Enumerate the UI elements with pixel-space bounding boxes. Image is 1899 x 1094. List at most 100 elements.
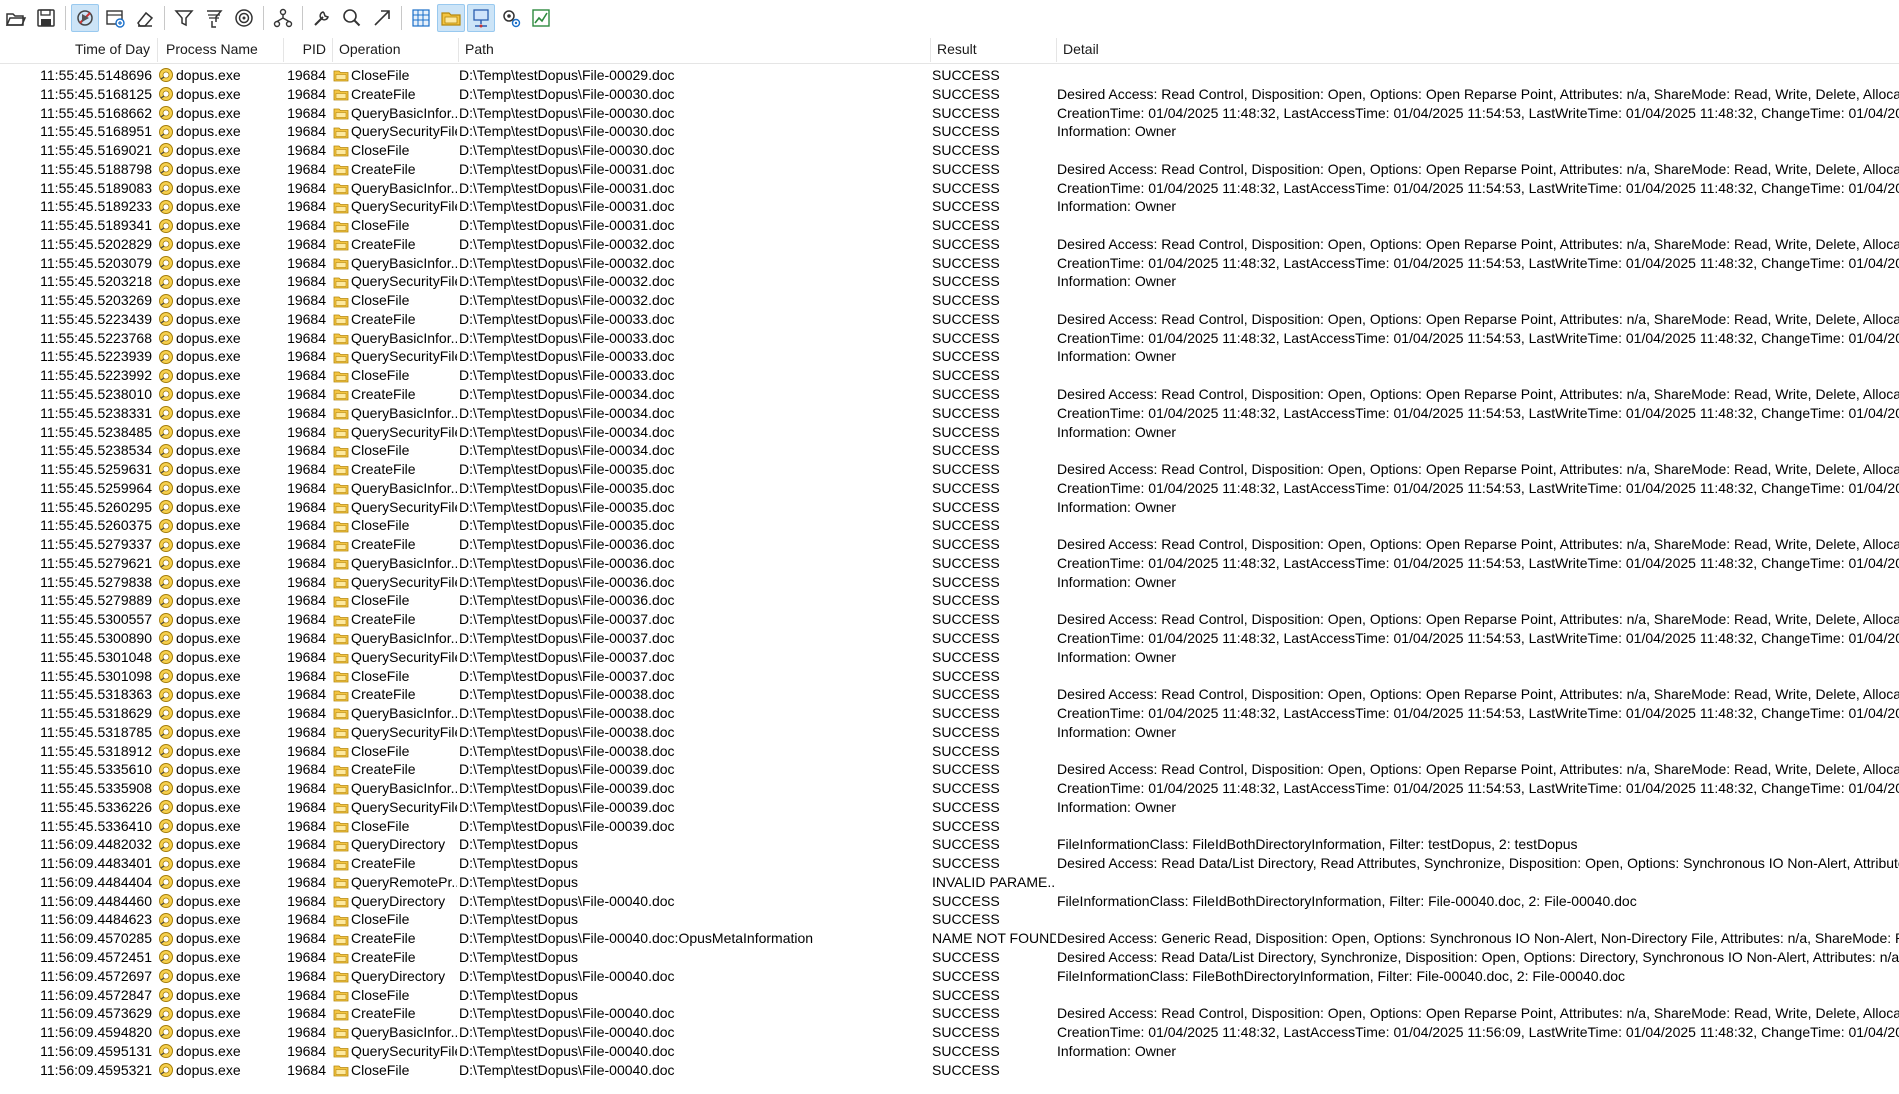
event-row[interactable]: 11:56:09.4594820 dopus.exe 19684 QueryBasic… [0,1023,1899,1042]
dopus-process-icon [159,87,173,102]
dopus-process-icon [159,1044,173,1059]
event-row[interactable]: 11:55:45.5203269 dopus.exe 19684 CloseFile D… [0,291,1899,310]
event-row[interactable]: 11:55:45.5300557 dopus.exe 19684 CreateFile… [0,610,1899,629]
event-row[interactable]: 11:56:09.4573629 dopus.exe 19684 CreateFile… [0,1004,1899,1023]
time-cell: 11:55:45.5336226 [40,798,152,815]
result-cell: SUCCESS [932,404,1000,421]
operation-name: CreateFile [351,386,416,403]
event-row[interactable]: 11:56:09.4572451 dopus.exe 19684 CreateFile… [0,948,1899,967]
event-row[interactable]: 11:56:09.4483401 dopus.exe 19684 CreateFile… [0,854,1899,873]
operation-name: QueryDirectory [351,836,446,853]
event-row[interactable]: 11:55:45.5188798 dopus.exe 19684 CreateFile… [0,160,1899,179]
autoscroll-button[interactable] [101,4,129,32]
column-header-operation[interactable]: Operation [333,36,457,63]
process-name: dopus.exe [176,160,241,177]
process-cell: dopus.exe [158,685,278,704]
toolbar-separator [263,6,264,30]
pid-cell: 19684 [287,948,326,965]
event-row[interactable]: 11:55:45.5318629 dopus.exe 19684 QueryBasic… [0,704,1899,723]
event-row[interactable]: 11:56:09.4570285 dopus.exe 19684 CreateFile… [0,929,1899,948]
event-row[interactable]: 11:55:45.5335610 dopus.exe 19684 CreateFile… [0,760,1899,779]
event-row[interactable]: 11:55:45.5202829 dopus.exe 19684 CreateFile… [0,235,1899,254]
column-header-result[interactable]: Result [931,36,1055,63]
registry-activity-button[interactable] [407,4,435,32]
event-row[interactable]: 11:55:45.5169021 dopus.exe 19684 CloseFile D… [0,141,1899,160]
event-row[interactable]: 11:55:45.5203218 dopus.exe 19684 QuerySecur… [0,272,1899,291]
event-row[interactable]: 11:55:45.5189083 dopus.exe 19684 QueryBasic… [0,179,1899,198]
event-row[interactable]: 11:56:09.4572697 dopus.exe 19684 QueryDirec… [0,967,1899,986]
event-row[interactable]: 11:56:09.4572847 dopus.exe 19684 CloseFile D… [0,986,1899,1005]
event-row[interactable]: 11:55:45.5260295 dopus.exe 19684 QuerySecur… [0,498,1899,517]
process-activity-button[interactable] [497,4,525,32]
event-row[interactable]: 11:55:45.5300890 dopus.exe 19684 QueryBasic… [0,629,1899,648]
event-row[interactable]: 11:55:45.5168125 dopus.exe 19684 CreateFile… [0,85,1899,104]
time-cell: 11:55:45.5202829 [40,235,152,252]
event-row[interactable]: 11:55:45.5279337 dopus.exe 19684 CreateFile… [0,535,1899,554]
event-row[interactable]: 11:55:45.5148696 dopus.exe 19684 CloseFile D… [0,66,1899,85]
event-row[interactable]: 11:55:45.5168951 dopus.exe 19684 QuerySecur… [0,122,1899,141]
event-row[interactable]: 11:56:09.4484460 dopus.exe 19684 QueryDirec… [0,892,1899,911]
event-row[interactable]: 11:56:09.4484623 dopus.exe 19684 CloseFile D… [0,910,1899,929]
event-row[interactable]: 11:55:45.5301098 dopus.exe 19684 CloseFile D… [0,667,1899,686]
event-row[interactable]: 11:55:45.5335908 dopus.exe 19684 QueryBasic… [0,779,1899,798]
process-tree-button[interactable] [269,4,297,32]
event-row[interactable]: 11:55:45.5259964 dopus.exe 19684 QueryBasic… [0,479,1899,498]
target-button[interactable] [230,4,258,32]
time-cell: 11:55:45.5318785 [40,723,152,740]
event-row[interactable]: 11:55:45.5318363 dopus.exe 19684 CreateFile… [0,685,1899,704]
event-row[interactable]: 11:56:09.4595131 dopus.exe 19684 QuerySecur… [0,1042,1899,1061]
filter-button[interactable] [170,4,198,32]
event-row[interactable]: 11:55:45.5223439 dopus.exe 19684 CreateFile… [0,310,1899,329]
path-cell: D:\Temp\testDopus\File-00030.doc [459,85,675,102]
process-cell: dopus.exe [158,179,278,198]
pid-cell: 19684 [287,123,326,140]
event-row[interactable]: 11:55:45.5318785 dopus.exe 19684 QuerySecur… [0,723,1899,742]
event-row[interactable]: 11:55:45.5259631 dopus.exe 19684 CreateFile… [0,460,1899,479]
event-row[interactable]: 11:55:45.5279889 dopus.exe 19684 CloseFile D… [0,591,1899,610]
event-row[interactable]: 11:55:45.5238534 dopus.exe 19684 CloseFile D… [0,441,1899,460]
event-row[interactable]: 11:55:45.5336226 dopus.exe 19684 QuerySecur… [0,798,1899,817]
capture-button[interactable] [71,4,99,32]
file-activity-button[interactable] [437,4,465,32]
path-cell: D:\Temp\testDopus\File-00035.doc [459,461,675,478]
event-row[interactable]: 11:55:45.5203079 dopus.exe 19684 QueryBasic… [0,254,1899,273]
process-cell: dopus.exe [158,423,278,442]
event-row[interactable]: 11:56:09.4595321 dopus.exe 19684 CloseFile D… [0,1061,1899,1080]
event-row[interactable]: 11:55:45.5318912 dopus.exe 19684 CloseFile D… [0,742,1899,761]
event-row[interactable]: 11:55:45.5189341 dopus.exe 19684 CloseFile D… [0,216,1899,235]
clear-button[interactable] [131,4,159,32]
event-row[interactable]: 11:55:45.5238331 dopus.exe 19684 QueryBasic… [0,404,1899,423]
event-row[interactable]: 11:55:45.5223939 dopus.exe 19684 QuerySecur… [0,347,1899,366]
column-header-process[interactable]: Process Name [160,36,280,63]
find-button[interactable] [338,4,366,32]
jump-button[interactable] [368,4,396,32]
event-row[interactable]: 11:55:45.5336410 dopus.exe 19684 CloseFile D… [0,817,1899,836]
column-divider[interactable] [157,38,158,62]
open-folder-button[interactable] [2,4,30,32]
event-row[interactable]: 11:55:45.5238485 dopus.exe 19684 QuerySecur… [0,423,1899,442]
column-header-pid[interactable]: PID [284,36,332,63]
profiling-button[interactable] [527,4,555,32]
event-row[interactable]: 11:55:45.5301048 dopus.exe 19684 QuerySecur… [0,648,1899,667]
event-row[interactable]: 11:55:45.5260375 dopus.exe 19684 CloseFile D… [0,516,1899,535]
highlight-button[interactable] [200,4,228,32]
event-list[interactable]: 11:55:45.5148696 dopus.exe 19684 CloseFile D… [0,66,1899,1079]
event-row[interactable]: 11:55:45.5279621 dopus.exe 19684 QueryBasic… [0,554,1899,573]
result-cell: SUCCESS [932,479,1000,496]
column-header-time[interactable]: Time of Day [0,36,156,63]
event-row[interactable]: 11:55:45.5238010 dopus.exe 19684 CreateFile… [0,385,1899,404]
event-row[interactable]: 11:55:45.5279838 dopus.exe 19684 QuerySecur… [0,573,1899,592]
event-row[interactable]: 11:55:45.5223992 dopus.exe 19684 CloseFile D… [0,366,1899,385]
network-activity-button[interactable] [467,4,495,32]
properties-button[interactable] [308,4,336,32]
column-header-path[interactable]: Path [459,36,929,63]
event-row[interactable]: 11:55:45.5168662 dopus.exe 19684 QueryBasic… [0,104,1899,123]
result-cell: SUCCESS [932,1005,1000,1022]
highlight-icon [207,10,223,28]
event-row[interactable]: 11:56:09.4482032 dopus.exe 19684 QueryDirec… [0,835,1899,854]
column-header-detail[interactable]: Detail [1057,36,1357,63]
event-row[interactable]: 11:55:45.5189233 dopus.exe 19684 QuerySecur… [0,197,1899,216]
save-button[interactable] [32,4,60,32]
event-row[interactable]: 11:55:45.5223768 dopus.exe 19684 QueryBasic… [0,329,1899,348]
event-row[interactable]: 11:56:09.4484404 dopus.exe 19684 QueryRemot… [0,873,1899,892]
